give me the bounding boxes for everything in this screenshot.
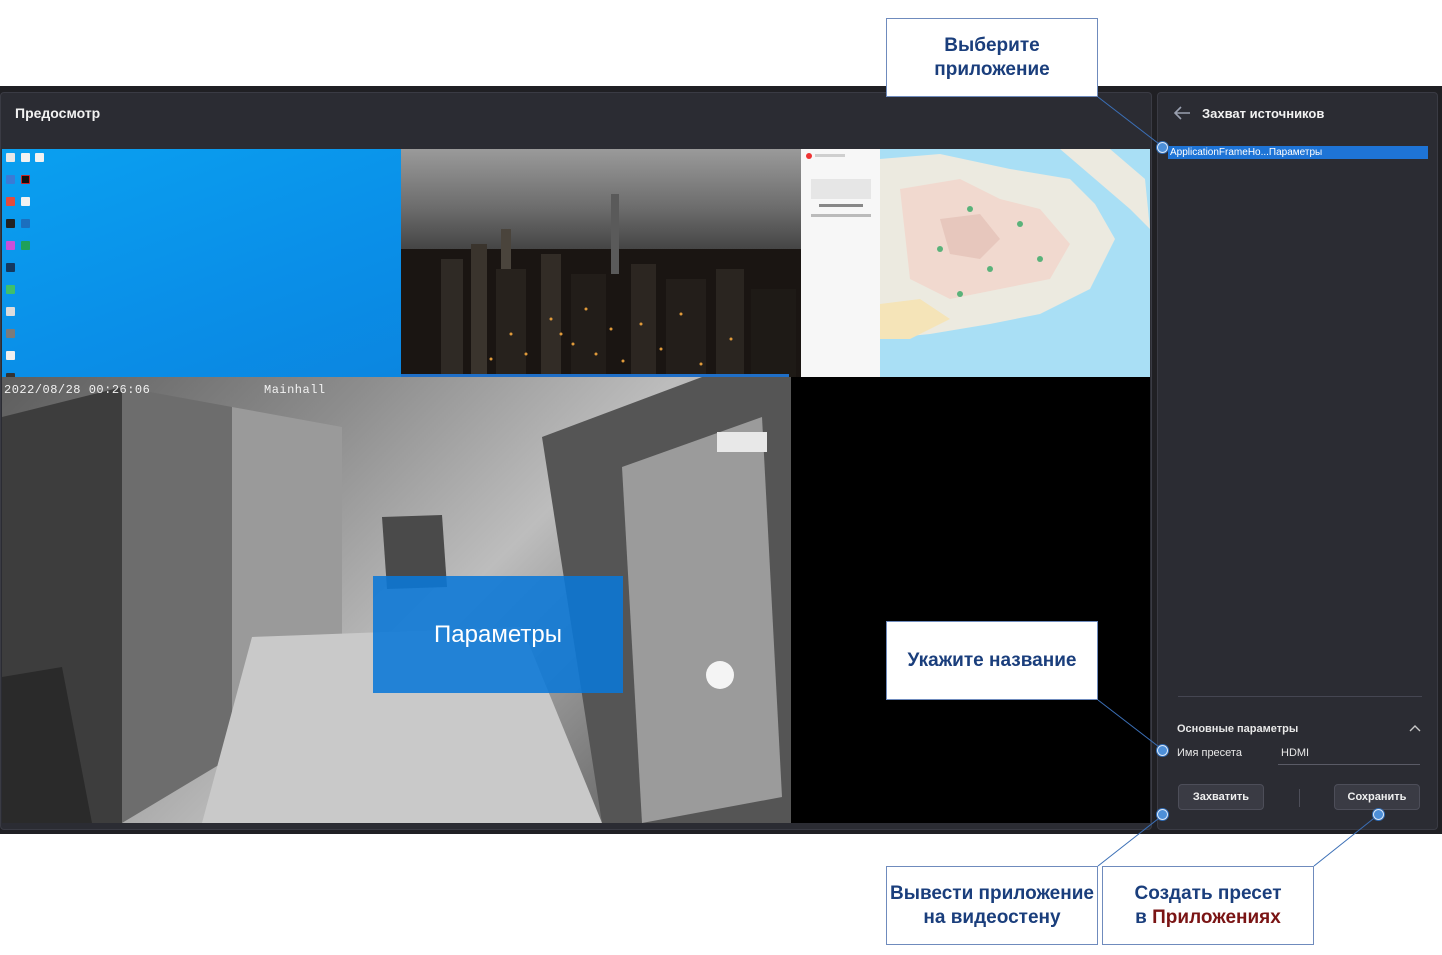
callout-text: Создать пресет — [1134, 882, 1282, 904]
callout-text: Выберите — [944, 34, 1040, 56]
callout-create-preset: Создать пресет в Приложениях — [1102, 866, 1314, 945]
callout-marker — [1373, 809, 1384, 820]
callout-text: приложение — [934, 58, 1050, 80]
callout-output: Вывести приложение на видеостену — [886, 866, 1098, 945]
callout-text: Вывести приложение — [890, 882, 1094, 904]
callout-leader-lines — [1097, 96, 1379, 867]
callout-enter-name: Укажите название — [886, 621, 1098, 700]
callout-text-highlight: Приложениях — [1152, 906, 1281, 928]
callout-marker — [1157, 809, 1168, 820]
callout-text: Укажите название — [907, 649, 1077, 671]
callout-marker — [1157, 142, 1168, 153]
callout-select-app: Выберите приложение — [886, 18, 1098, 97]
callout-text: на видеостену — [923, 906, 1061, 928]
callout-text: в — [1135, 906, 1147, 928]
stage: Предосмотр 2022/08/28 00:26:06 Mainhall … — [0, 0, 1442, 955]
callout-marker — [1157, 745, 1168, 756]
